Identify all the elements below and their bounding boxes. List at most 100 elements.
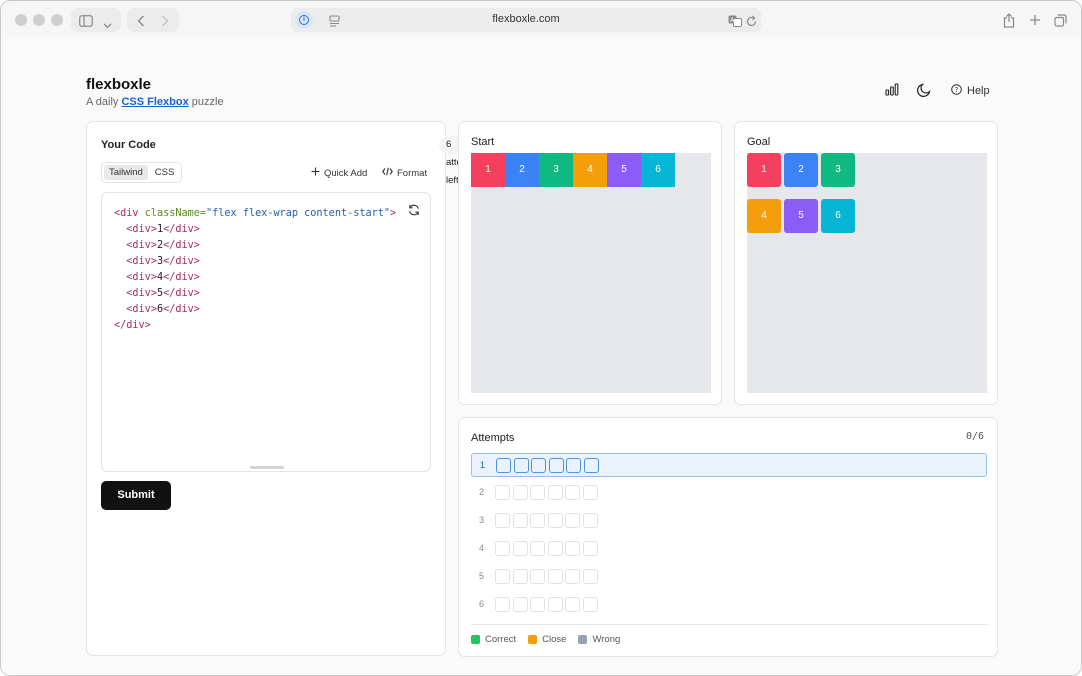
close-window-button[interactable] [15, 14, 27, 26]
back-icon[interactable] [137, 14, 145, 32]
svg-text:?: ? [955, 86, 959, 94]
attempt-number: 1 [480, 460, 486, 470]
dark-mode-button[interactable] [915, 83, 933, 101]
help-label: Help [967, 85, 990, 97]
code-line: <div>6</div> [114, 302, 396, 318]
navigation-buttons [127, 8, 179, 32]
attempt-cell [565, 597, 580, 612]
attempt-cell [512, 597, 528, 612]
attempt-cell [566, 458, 581, 473]
attempt-cell [495, 485, 510, 500]
moon-icon [917, 83, 931, 102]
attempt-cell [582, 597, 598, 612]
browser-toolbar: i flexboxle.com A [1, 1, 1081, 39]
attempt-cell [495, 513, 510, 528]
submit-button[interactable]: Submit [101, 481, 171, 510]
legend-item: Correct [471, 634, 516, 645]
code-tag: <div> [126, 288, 157, 299]
code-content[interactable]: <div className="flex flex-wrap content-s… [114, 206, 396, 334]
reload-page-icon[interactable] [746, 14, 757, 32]
attempt-cell [530, 541, 545, 556]
plus-icon [311, 167, 320, 179]
attempt-cell [565, 541, 580, 556]
code-tag: <div> [126, 304, 157, 315]
quick-add-label: Quick Add [324, 167, 368, 179]
sidebar-icon [79, 14, 93, 32]
attempt-cell [547, 541, 563, 556]
quick-add-button[interactable]: Quick Add [311, 167, 367, 179]
attempt-cell [582, 485, 598, 500]
legend-label: Close [542, 634, 567, 645]
attempt-cell [495, 541, 510, 556]
attempt-cell [530, 485, 545, 500]
goal-box: 6 [821, 199, 855, 233]
new-tab-icon[interactable] [1028, 9, 1042, 31]
attempts-card: Attempts 0/6 1 2 3 4 5 6 Correct Close Wrong [458, 417, 998, 657]
translate-icon[interactable]: A [728, 14, 742, 32]
minimize-window-button[interactable] [33, 14, 45, 26]
css-flexbox-link[interactable]: CSS Flexbox [121, 96, 188, 108]
address-bar[interactable]: i flexboxle.com A [291, 8, 761, 32]
code-attr: className= [138, 208, 207, 219]
start-box: 5 [607, 153, 641, 187]
attempt-cell [531, 458, 546, 473]
legend-item: Close [528, 634, 566, 645]
subtitle-prefix: A daily [86, 96, 119, 108]
attempt-row: 6 [471, 593, 987, 617]
attempt-cell [565, 569, 580, 584]
stats-button[interactable] [883, 83, 901, 101]
code-tag: </div> [114, 320, 151, 331]
start-box: 1 [471, 153, 505, 187]
start-box: 2 [505, 153, 539, 187]
share-icon[interactable] [1002, 9, 1016, 31]
legend-swatch [471, 635, 480, 644]
attempt-number: 5 [479, 571, 485, 581]
chevron-down-icon [103, 16, 112, 34]
tab-overview-icon[interactable] [1053, 9, 1067, 31]
goal-box: 3 [821, 153, 855, 187]
attempts-legend: Correct Close Wrong [471, 634, 620, 645]
attempt-cell [582, 513, 598, 528]
page-subtitle: A daily CSS Flexbox puzzle [86, 96, 224, 108]
code-line: </div> [114, 318, 396, 334]
code-tag: <div> [126, 256, 157, 267]
code-tag: > [390, 208, 397, 219]
format-button[interactable]: Format [382, 167, 427, 179]
subtitle-suffix: puzzle [191, 96, 224, 108]
code-editor[interactable]: <div className="flex flex-wrap content-s… [101, 192, 431, 472]
language-toggle: Tailwind CSS [101, 162, 183, 183]
attempt-cell [530, 513, 545, 528]
code-tag: <div> [126, 272, 157, 283]
code-line: <div>2</div> [114, 238, 396, 254]
attempt-cell [547, 569, 563, 584]
attempt-cell [548, 458, 564, 473]
resize-handle[interactable] [250, 466, 284, 469]
goal-card: Goal 123 456 [734, 121, 998, 405]
sidebar-toggle-button[interactable] [71, 8, 121, 32]
code-line: <div className="flex flex-wrap content-s… [114, 206, 396, 222]
legend-swatch [578, 635, 588, 644]
code-line: <div>5</div> [114, 286, 396, 302]
legend-label: Wrong [592, 634, 621, 645]
help-button[interactable]: ? Help [951, 84, 990, 98]
attempt-cell [512, 541, 528, 556]
attempts-title: Attempts [471, 432, 515, 444]
attempt-cell [495, 569, 510, 584]
attempt-cell [512, 485, 528, 500]
forward-icon[interactable] [161, 14, 169, 32]
attempt-row: 1 [471, 453, 987, 477]
tab-css[interactable]: CSS [150, 165, 180, 180]
reset-code-icon[interactable] [408, 203, 420, 221]
attempt-row: 3 [471, 509, 987, 533]
attempt-row: 2 [471, 481, 987, 505]
page-title: flexboxle [86, 76, 152, 93]
zoom-window-button[interactable] [51, 14, 63, 26]
goal-box: 4 [747, 199, 781, 233]
code-tag: <div> [126, 240, 157, 251]
code-tag: </div> [163, 288, 200, 299]
legend-swatch [528, 635, 538, 644]
attempt-cell [495, 597, 510, 612]
bar-chart-icon [885, 83, 899, 101]
attempt-cell [512, 513, 528, 528]
tab-tailwind[interactable]: Tailwind [104, 165, 148, 180]
